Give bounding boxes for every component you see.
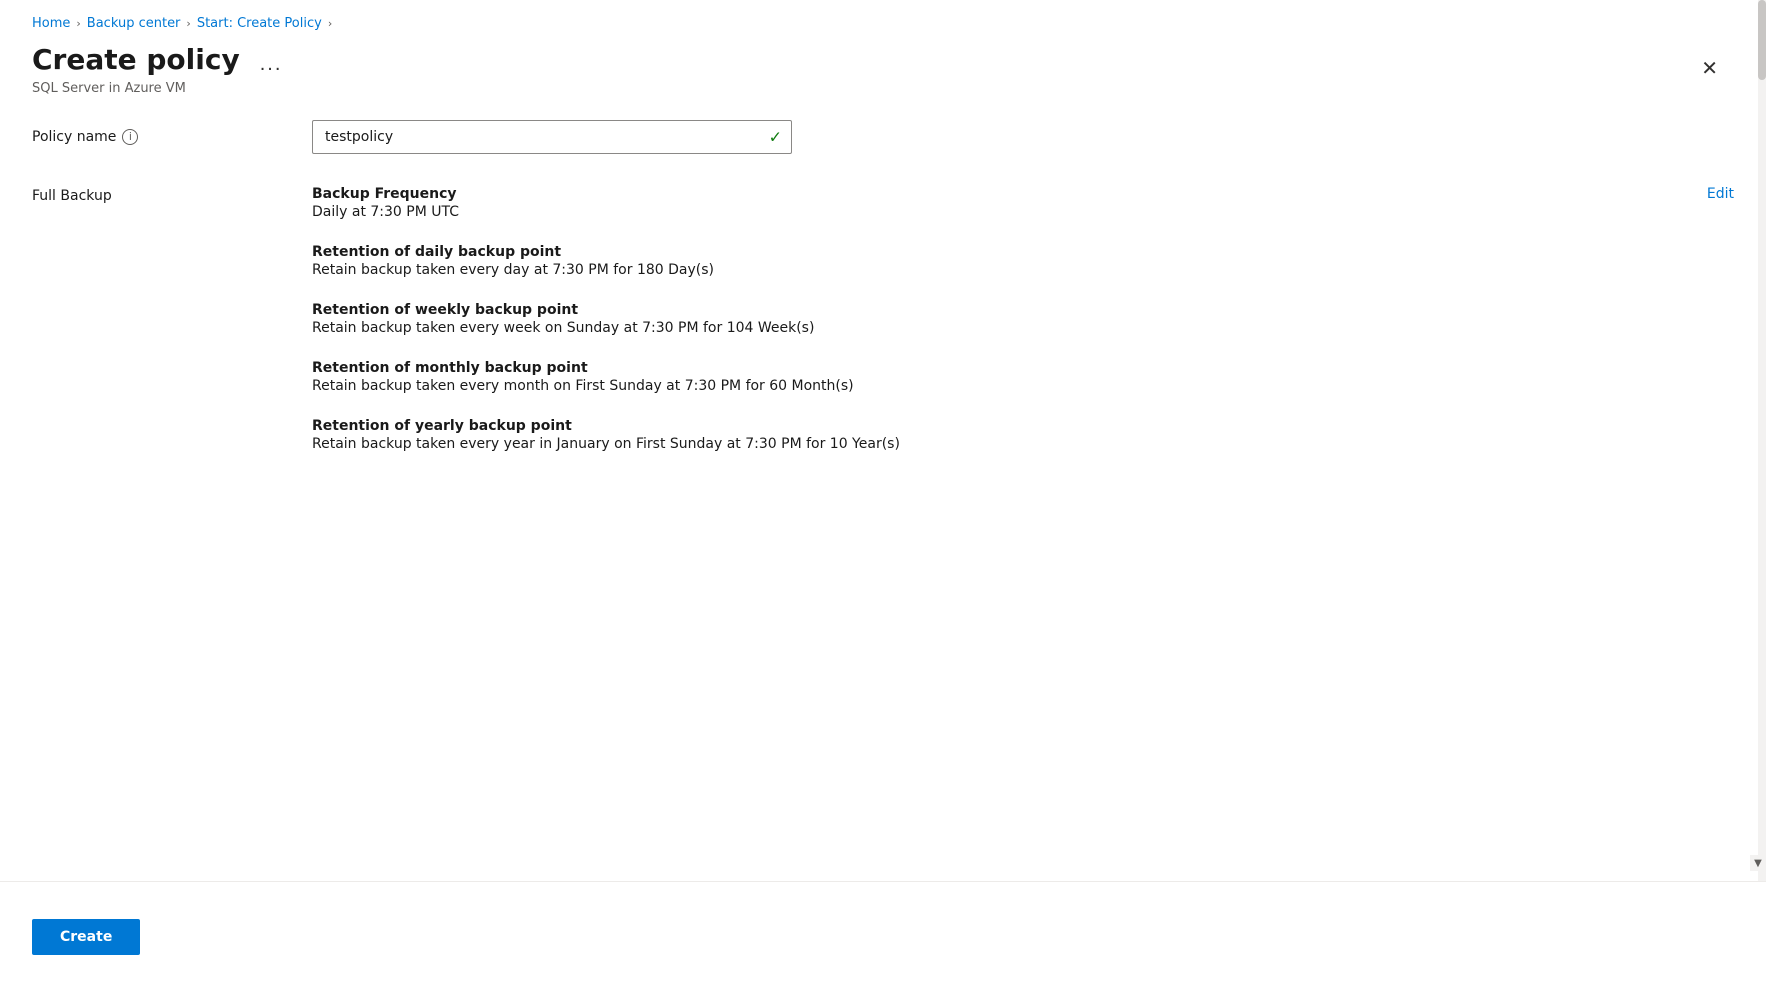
full-backup-content: Backup Frequency Daily at 7:30 PM UTC Re…	[312, 186, 1734, 452]
policy-name-row: Policy name i ✓	[32, 120, 1734, 154]
scrollbar-track	[1758, 0, 1766, 991]
retention-daily-title: Retention of daily backup point	[312, 244, 1683, 260]
full-backup-section: Full Backup Backup Frequency Daily at 7:…	[32, 186, 1734, 452]
breadcrumb-sep-2: ›	[186, 17, 190, 30]
page-title: Create policy	[32, 43, 240, 77]
page-header: Create policy SQL Server in Azure VM ...…	[0, 39, 1766, 120]
breadcrumb-backup-center[interactable]: Backup center	[87, 16, 181, 31]
retention-monthly-block: Retention of monthly backup point Retain…	[312, 360, 1683, 394]
breadcrumb-sep-3: ›	[328, 17, 332, 30]
retention-yearly-title: Retention of yearly backup point	[312, 418, 1683, 434]
policy-name-input[interactable]	[312, 120, 792, 154]
content-area: Policy name i ✓ Full Backup Backup Frequ…	[0, 120, 1766, 452]
backup-frequency-value: Daily at 7:30 PM UTC	[312, 204, 1683, 220]
policy-name-info-icon[interactable]: i	[122, 129, 138, 145]
breadcrumb-create-policy[interactable]: Start: Create Policy	[197, 16, 322, 31]
backup-edit-row: Backup Frequency Daily at 7:30 PM UTC Re…	[312, 186, 1734, 452]
scroll-down-arrow[interactable]: ▼	[1750, 855, 1766, 871]
retention-weekly-title: Retention of weekly backup point	[312, 302, 1683, 318]
create-button[interactable]: Create	[32, 919, 140, 955]
close-button[interactable]: ✕	[1693, 51, 1726, 87]
page-title-block: Create policy SQL Server in Azure VM	[32, 43, 240, 96]
breadcrumb: Home › Backup center › Start: Create Pol…	[0, 0, 1766, 39]
retention-monthly-title: Retention of monthly backup point	[312, 360, 1683, 376]
backup-frequency-block: Backup Frequency Daily at 7:30 PM UTC	[312, 186, 1683, 220]
policy-name-label: Policy name i	[32, 129, 312, 145]
breadcrumb-home[interactable]: Home	[32, 16, 70, 31]
full-backup-label: Full Backup	[32, 186, 312, 452]
full-backup-edit-link[interactable]: Edit	[1707, 186, 1734, 202]
retention-daily-value: Retain backup taken every day at 7:30 PM…	[312, 262, 1683, 278]
backup-details: Backup Frequency Daily at 7:30 PM UTC Re…	[312, 186, 1683, 452]
retention-monthly-value: Retain backup taken every month on First…	[312, 378, 1683, 394]
retention-yearly-value: Retain backup taken every year in Januar…	[312, 436, 1683, 452]
policy-name-input-wrapper: ✓	[312, 120, 792, 154]
more-options-button[interactable]: ...	[252, 49, 291, 80]
page-header-left: Create policy SQL Server in Azure VM ...	[32, 43, 290, 96]
page-subtitle: SQL Server in Azure VM	[32, 81, 240, 96]
footer: Create	[0, 881, 1766, 991]
breadcrumb-sep-1: ›	[76, 17, 80, 30]
scrollbar-thumb[interactable]	[1758, 0, 1766, 80]
retention-daily-block: Retention of daily backup point Retain b…	[312, 244, 1683, 278]
retention-yearly-block: Retention of yearly backup point Retain …	[312, 418, 1683, 452]
retention-weekly-value: Retain backup taken every week on Sunday…	[312, 320, 1683, 336]
backup-frequency-title: Backup Frequency	[312, 186, 1683, 202]
retention-weekly-block: Retention of weekly backup point Retain …	[312, 302, 1683, 336]
input-valid-icon: ✓	[769, 127, 782, 146]
